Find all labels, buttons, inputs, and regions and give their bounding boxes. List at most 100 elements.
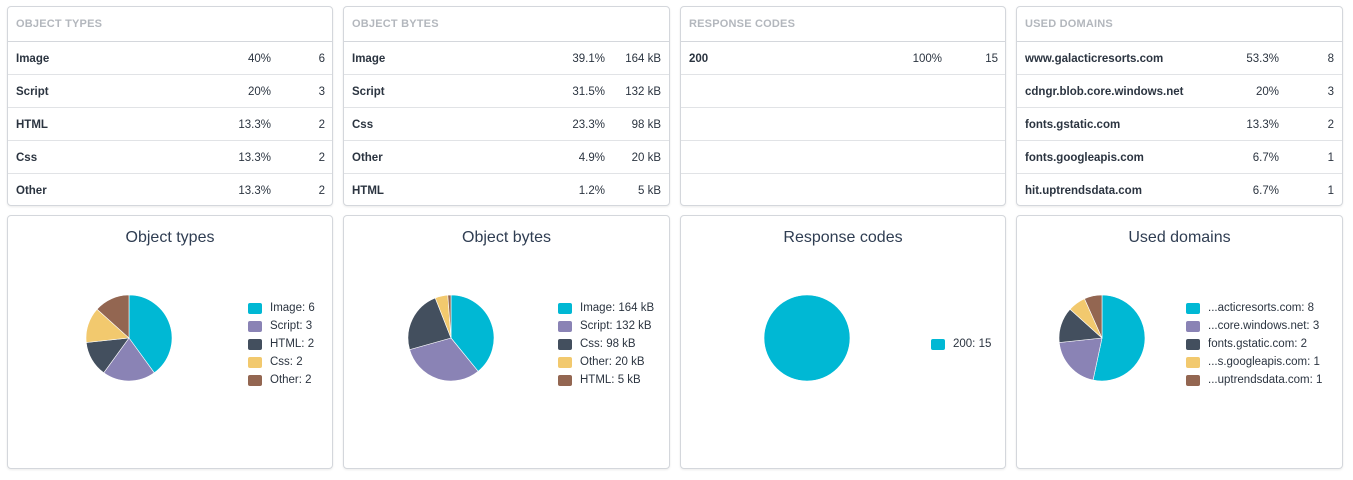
legend-item[interactable]: Image: 6	[248, 299, 315, 317]
legend-item[interactable]: ...uptrendsdata.com: 1	[1186, 371, 1322, 389]
legend-swatch	[931, 338, 945, 350]
legend-label: ...core.windows.net: 3	[1208, 320, 1320, 332]
row-percent: 39.1%	[572, 53, 605, 65]
table-row: fonts.gstatic.com 13.3% 2	[1017, 108, 1342, 141]
legend-item[interactable]: Css: 2	[248, 353, 315, 371]
legend-label: Image: 6	[270, 302, 315, 314]
legend-swatch	[558, 302, 572, 314]
chart-title: Response codes	[783, 229, 903, 246]
row-label: Css	[352, 119, 374, 131]
row-count: 3	[1327, 86, 1334, 98]
row-label: Script	[352, 86, 385, 98]
row-percent: 100%	[912, 53, 942, 65]
chart-title: Used domains	[1128, 229, 1231, 246]
table-row: Other 13.3% 2	[8, 174, 332, 205]
used-domains-chart-card: Used domains ...acticresorts.com: 8 ...co…	[1016, 215, 1343, 469]
legend-swatch	[1186, 302, 1200, 314]
row-bytes: 132 kB	[625, 86, 661, 98]
row-label: Other	[16, 185, 47, 197]
row-percent: 6.7%	[1252, 185, 1279, 197]
legend-swatch	[558, 356, 572, 368]
response-codes-rows: 200 100% 15	[681, 42, 1005, 205]
object-bytes-pie	[408, 295, 494, 381]
legend-item[interactable]: ...s.googleapis.com: 1	[1186, 353, 1322, 371]
legend-swatch	[248, 356, 262, 368]
legend-item[interactable]: Other: 20 kB	[558, 353, 654, 371]
row-percent: 13.3%	[238, 119, 271, 131]
legend-swatch	[558, 338, 572, 350]
legend-item[interactable]: Script: 132 kB	[558, 317, 654, 335]
legend-swatch	[248, 320, 262, 332]
row-percent: 20%	[1255, 86, 1279, 98]
object-types-table-card: OBJECT TYPES Image 40% 6 Script 20% 3 HT…	[7, 6, 333, 206]
legend-item[interactable]: HTML: 5 kB	[558, 371, 654, 389]
row-count: 2	[318, 152, 325, 164]
row-count: 15	[985, 53, 998, 65]
legend-item[interactable]: ...core.windows.net: 3	[1186, 317, 1322, 335]
table-row: cdngr.blob.core.windows.net 20% 3	[1017, 75, 1342, 108]
legend-item[interactable]: Script: 3	[248, 317, 315, 335]
legend-label: ...uptrendsdata.com: 1	[1208, 374, 1323, 386]
row-bytes: 20 kB	[631, 152, 661, 164]
table-row-empty	[681, 108, 1005, 141]
table-row-empty	[681, 75, 1005, 108]
legend-swatch	[558, 374, 572, 386]
row-count: 2	[1327, 119, 1334, 131]
object-types-table-title: OBJECT TYPES	[8, 7, 332, 42]
response-codes-table-card: RESPONSE CODES 200 100% 15	[680, 6, 1006, 206]
used-domains-rows: www.galacticresorts.com 53.3% 8 cdngr.bl…	[1017, 42, 1342, 205]
object-bytes-legend: Image: 164 kB Script: 132 kB Css: 98 kB Oth…	[558, 299, 654, 389]
row-label: hit.uptrendsdata.com	[1025, 185, 1142, 197]
used-domains-table-card: USED DOMAINS www.galacticresorts.com 53.…	[1016, 6, 1343, 206]
object-types-legend: Image: 6 Script: 3 HTML: 2 Css: 2 Other: 2	[248, 299, 315, 389]
table-row-empty	[681, 174, 1005, 205]
row-label: fonts.googleapis.com	[1025, 152, 1144, 164]
row-percent: 13.3%	[238, 185, 271, 197]
object-types-chart-card: Object types Image: 6 Script: 3 HTML: 2 Css…	[7, 215, 333, 469]
row-percent: 31.5%	[572, 86, 605, 98]
row-label: 200	[689, 53, 709, 65]
legend-item[interactable]: Css: 98 kB	[558, 335, 654, 353]
legend-item[interactable]: ...acticresorts.com: 8	[1186, 299, 1322, 317]
legend-item[interactable]: fonts.gstatic.com: 2	[1186, 335, 1322, 353]
row-bytes: 98 kB	[631, 119, 661, 131]
used-domains-legend: ...acticresorts.com: 8 ...core.windows.ne…	[1186, 299, 1322, 389]
legend-label: Css: 98 kB	[580, 338, 636, 350]
object-bytes-table-card: OBJECT BYTES Image 39.1% 164 kB Script 3…	[343, 6, 670, 206]
row-count: 1	[1327, 185, 1334, 197]
used-domains-table-title: USED DOMAINS	[1017, 7, 1342, 42]
legend-item[interactable]: Image: 164 kB	[558, 299, 654, 317]
legend-label: Script: 132 kB	[580, 320, 652, 332]
legend-swatch	[558, 320, 572, 332]
row-label: HTML	[352, 185, 384, 197]
row-count: 2	[318, 119, 325, 131]
row-label: Css	[16, 152, 38, 164]
table-row: HTML 13.3% 2	[8, 108, 332, 141]
object-bytes-chart-card: Object bytes Image: 164 kB Script: 132 kB…	[343, 215, 670, 469]
pie-slice-200[interactable]	[764, 295, 850, 381]
table-row-empty	[681, 141, 1005, 174]
legend-label: HTML: 5 kB	[580, 374, 641, 386]
table-row: 200 100% 15	[681, 42, 1005, 75]
table-row: Image 40% 6	[8, 42, 332, 75]
row-count: 1	[1327, 152, 1334, 164]
legend-swatch	[1186, 320, 1200, 332]
legend-swatch	[1186, 338, 1200, 350]
table-row: www.galacticresorts.com 53.3% 8	[1017, 42, 1342, 75]
response-codes-pie	[764, 295, 850, 381]
table-row: hit.uptrendsdata.com 6.7% 1	[1017, 174, 1342, 205]
legend-item[interactable]: Other: 2	[248, 371, 315, 389]
row-label: Image	[352, 53, 386, 65]
legend-item[interactable]: HTML: 2	[248, 335, 315, 353]
legend-item[interactable]: 200: 15	[931, 335, 991, 353]
legend-swatch	[248, 302, 262, 314]
row-percent: 20%	[247, 86, 271, 98]
table-row: fonts.googleapis.com 6.7% 1	[1017, 141, 1342, 174]
table-row: Css 23.3% 98 kB	[344, 108, 669, 141]
table-row: Script 20% 3	[8, 75, 332, 108]
row-percent: 6.7%	[1252, 152, 1279, 164]
object-bytes-rows: Image 39.1% 164 kB Script 31.5% 132 kB C…	[344, 42, 669, 205]
row-percent: 13.3%	[1246, 119, 1279, 131]
response-codes-table-title: RESPONSE CODES	[681, 7, 1005, 42]
row-bytes: 5 kB	[637, 185, 661, 197]
